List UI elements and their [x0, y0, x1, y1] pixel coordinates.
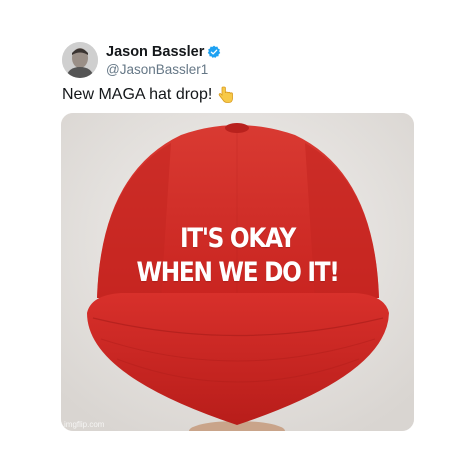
verified-badge-icon	[207, 45, 221, 59]
tweet-text-row: New MAGA hat drop!	[62, 86, 234, 104]
tweet-media-image[interactable]: IT'S OKAY WHEN WE DO IT! imgflip.com	[61, 113, 414, 431]
hat-text-line2: WHEN WE DO IT!	[136, 257, 339, 288]
avatar[interactable]	[62, 42, 98, 78]
pointing-down-emoji-icon	[218, 86, 234, 104]
hat-text-line1: IT'S OKAY	[179, 223, 296, 254]
tweet-card: Jason Bassler @JasonBassler1 New MAGA ha…	[0, 0, 474, 474]
tweet-text: New MAGA hat drop!	[62, 86, 213, 103]
display-name[interactable]: Jason Bassler	[106, 44, 204, 60]
imgflip-watermark: imgflip.com	[64, 420, 105, 429]
avatar-photo	[62, 42, 98, 78]
author-name-row[interactable]: Jason Bassler	[106, 44, 221, 60]
author-handle[interactable]: @JasonBassler1	[106, 62, 208, 77]
